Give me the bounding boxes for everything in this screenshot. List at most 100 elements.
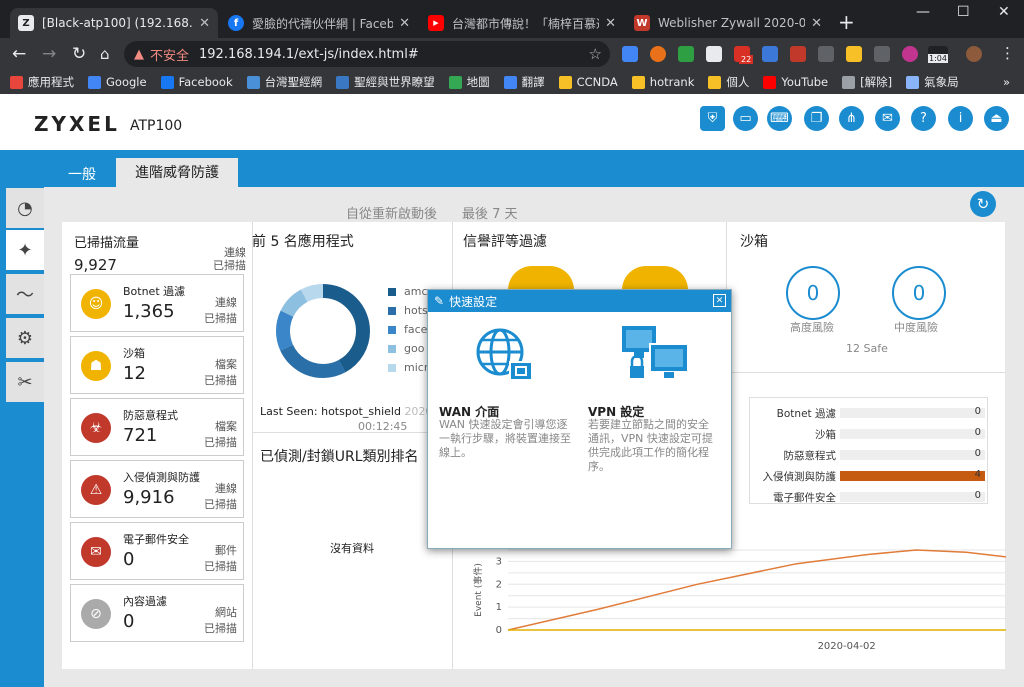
- extension-icon[interactable]: [846, 46, 862, 62]
- globe-icon: [476, 328, 533, 381]
- threat-value: 0: [974, 427, 981, 438]
- legend-swatch: [388, 306, 396, 315]
- folder-icon: [708, 75, 722, 89]
- rail-dashboard[interactable]: ◔: [6, 188, 44, 228]
- pdf-extension-icon[interactable]: [790, 46, 806, 62]
- tab-general[interactable]: 一般: [60, 163, 104, 187]
- rail-configuration[interactable]: ⚙: [6, 318, 44, 358]
- y-tick-label: 0: [496, 625, 502, 636]
- stat-card-value: 1,365: [123, 301, 175, 322]
- bookmark-1[interactable]: Google: [88, 75, 147, 89]
- window-icon[interactable]: ❐: [804, 106, 829, 131]
- refresh-icon[interactable]: ↻: [970, 191, 996, 217]
- profile-avatar[interactable]: [966, 46, 982, 62]
- last-seen-time: 00:12:45: [358, 420, 408, 433]
- legend-item: goo: [388, 342, 424, 355]
- bookmarks-overflow-icon[interactable]: »: [1003, 75, 1010, 89]
- bookmark-4[interactable]: 聖經與世界瞭望: [336, 74, 435, 90]
- rail-monitor[interactable]: 〜: [6, 274, 44, 314]
- home-icon[interactable]: ⌂: [100, 45, 110, 63]
- tools-icon: ✎: [434, 294, 445, 308]
- maximize-icon[interactable]: ☐: [957, 4, 970, 20]
- bookmark-10[interactable]: YouTube: [763, 75, 828, 89]
- bookmark-12[interactable]: 氣象局: [906, 74, 959, 90]
- extension-icon[interactable]: [902, 46, 918, 62]
- vpn-setup-button[interactable]: [620, 324, 690, 384]
- bookmark-9[interactable]: 個人: [708, 74, 749, 90]
- console-icon[interactable]: ▭: [733, 106, 758, 131]
- close-tab-icon[interactable]: ✕: [811, 16, 822, 31]
- bookmark-3[interactable]: 台灣聖經網: [246, 74, 322, 90]
- column-divider: [252, 222, 253, 669]
- stat-card[interactable]: ☣ 防惡意程式 721 檔案 已掃描: [70, 398, 244, 456]
- logout-icon[interactable]: ⏏: [984, 106, 1009, 131]
- stat-card[interactable]: ✉ 電子郵件安全 0 郵件 已掃描: [70, 522, 244, 580]
- help-icon[interactable]: ?: [911, 106, 936, 131]
- bookmark-star-icon[interactable]: ☆: [589, 45, 602, 63]
- chat-icon[interactable]: ✉: [875, 106, 900, 131]
- threat-row: 電子郵件安全 0: [750, 486, 989, 506]
- camera-extension-icon[interactable]: [874, 46, 890, 62]
- timer-extension-icon[interactable]: 1:04: [928, 46, 948, 63]
- bookmark-label: 應用程式: [28, 75, 74, 89]
- extension-icon[interactable]: [678, 46, 694, 62]
- reload-icon[interactable]: ↻: [72, 44, 86, 64]
- close-tab-icon[interactable]: ✕: [399, 16, 410, 31]
- window-close-icon[interactable]: ✕: [998, 4, 1010, 20]
- bookmark-5[interactable]: 地圖: [448, 74, 490, 90]
- high-risk-label: 高度風險: [790, 321, 834, 334]
- lock-extension-icon[interactable]: [818, 46, 834, 62]
- bookmark-8[interactable]: hotrank: [631, 75, 694, 89]
- minimize-icon[interactable]: —: [916, 4, 930, 20]
- content-filter-icon: ⊘: [81, 599, 111, 629]
- info-icon[interactable]: i: [948, 106, 973, 131]
- threat-value: 4: [974, 469, 981, 480]
- back-icon[interactable]: ←: [12, 44, 26, 64]
- vpn-description: 若要建立節點之間的安全通訊，VPN 快速設定可提供完成此項工作的簡化程序。: [588, 418, 713, 473]
- bookmark-0[interactable]: 應用程式: [10, 74, 74, 90]
- stat-card[interactable]: ☗ 沙箱 12 檔案 已掃描: [70, 336, 244, 394]
- last-seen-text: Last Seen: hotspot_shield 2020/04: [260, 405, 450, 418]
- menu-dots-icon[interactable]: ⋮: [1000, 44, 1015, 62]
- unit-label: 連線: [224, 246, 246, 259]
- cli-icon[interactable]: ⌨: [767, 106, 792, 131]
- forward-icon[interactable]: →: [42, 44, 56, 64]
- address-bar[interactable]: ▲ 不安全 192.168.194.1/ext-js/index.html# ☆: [124, 41, 610, 67]
- extension-icon[interactable]: 22: [734, 46, 754, 64]
- new-tab-icon[interactable]: +: [838, 10, 855, 34]
- bookmark-7[interactable]: CCNDA: [558, 75, 618, 89]
- tab-advanced-threat-protection[interactable]: 進階威脅防護: [116, 158, 238, 188]
- browser-tab[interactable]: f 愛臉的代禱伙伴網 | Facebook ✕: [220, 8, 418, 38]
- translate-extension-icon[interactable]: [622, 46, 638, 62]
- stat-card-value: 0: [123, 549, 135, 570]
- legend-item: micr: [388, 361, 428, 374]
- threat-bar-track: [840, 408, 985, 418]
- extension-icon[interactable]: [650, 46, 666, 62]
- extension-icon[interactable]: [706, 46, 722, 62]
- rail-maintenance[interactable]: ✂: [6, 362, 44, 402]
- wan-setup-button[interactable]: [474, 326, 538, 382]
- browser-tab-title: 愛臉的代禱伙伴網 | Facebook: [252, 16, 394, 31]
- network-icon[interactable]: ⋔: [839, 106, 864, 131]
- stat-card[interactable]: ⊘ 內容過濾 0 網站 已掃描: [70, 584, 244, 642]
- close-tab-icon[interactable]: ✕: [199, 16, 210, 31]
- url-text[interactable]: 192.168.194.1/ext-js/index.html#: [199, 47, 419, 62]
- bookmark-6[interactable]: 翻譯: [503, 74, 545, 90]
- bookmark-2[interactable]: Facebook: [160, 75, 233, 89]
- browser-tab[interactable]: Z [Black-atp100] (192.168.194.1) ✕: [10, 8, 218, 38]
- rail-quick-setup[interactable]: ✦: [6, 230, 44, 270]
- browser-tab[interactable]: W Weblisher Zywall 2020-04-03 ✕: [626, 8, 830, 38]
- close-dialog-icon[interactable]: ✕: [713, 294, 726, 307]
- threat-bar-track: [840, 492, 985, 502]
- close-tab-icon[interactable]: ✕: [605, 16, 616, 31]
- stat-card[interactable]: ☺ Botnet 過濾 1,365 連線 已掃描: [70, 274, 244, 332]
- flag-extension-icon[interactable]: [762, 46, 778, 62]
- stat-card[interactable]: ⚠ 入侵偵測與防護 9,916 連線 已掃描: [70, 460, 244, 518]
- bookmark-11[interactable]: [解除]: [842, 74, 892, 90]
- medium-risk-label: 中度風險: [894, 321, 938, 334]
- shield-icon[interactable]: ⛨: [700, 106, 725, 131]
- browser-tab[interactable]: ▶ 台灣都市傳說！「楠梓百慕達」 ✕: [420, 8, 624, 38]
- threat-row: 沙箱 0: [750, 423, 989, 443]
- medium-risk-ring: 0: [892, 266, 946, 320]
- scanned-traffic-title: 已掃描流量: [74, 236, 140, 251]
